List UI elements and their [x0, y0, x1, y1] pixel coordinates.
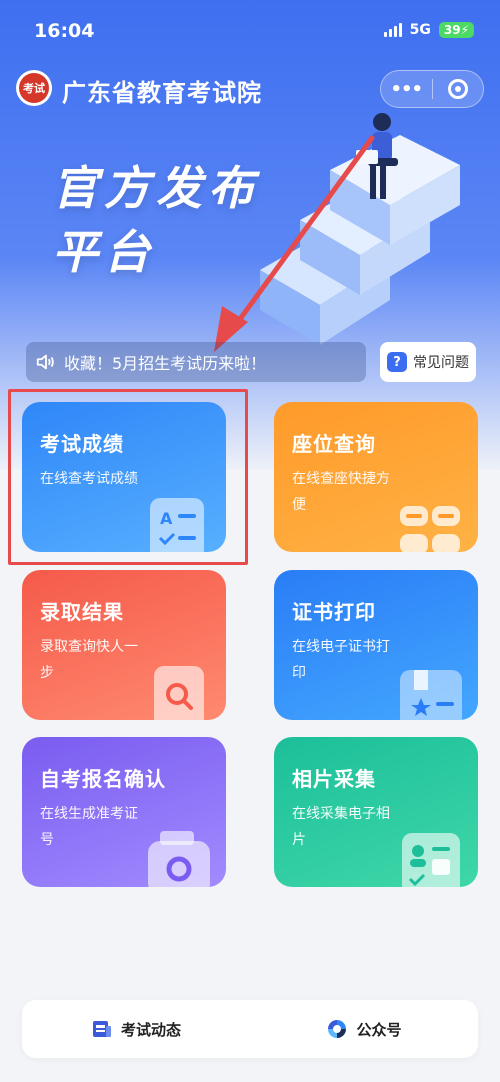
official-account-icon: [328, 1020, 347, 1038]
battery-icon: 39⚡: [438, 22, 474, 38]
nav-label: 公众号: [356, 1020, 402, 1039]
nav-official-account[interactable]: 公众号: [250, 1018, 478, 1040]
faq-button[interactable]: ? 常见问题: [380, 342, 476, 382]
app-title: 广东省教育考试院: [62, 79, 262, 107]
search-doc-icon: [154, 666, 204, 720]
photo-id-icon: [402, 833, 460, 887]
card-seat-query[interactable]: 座位查询 在线查座快捷方便: [274, 402, 478, 552]
notice-bar[interactable]: 收藏！5月招生考试历来啦！: [26, 342, 366, 382]
card-admission-result[interactable]: 录取结果 录取查询快人一步: [22, 570, 226, 720]
status-indicators: 5G 39⚡: [383, 22, 474, 38]
card-subtitle: 在线电子证书打印: [292, 639, 390, 681]
status-time: 16:04: [34, 20, 95, 42]
speaker-icon: [36, 354, 54, 370]
card-title: 自考报名确认: [40, 767, 166, 791]
banner-line-2: 平台: [52, 225, 156, 279]
certificate-icon: [400, 670, 462, 720]
card-subtitle: 在线查考试成绩: [40, 471, 138, 487]
banner-slogan: 官方发布 平台: [52, 156, 260, 284]
card-subtitle: 在线采集电子相片: [292, 806, 390, 848]
camera-doc-icon: [148, 831, 210, 887]
books-person-illustration: [260, 113, 460, 345]
svg-text:A: A: [160, 509, 173, 528]
card-exam-score[interactable]: 考试成绩 在线查考试成绩 A: [22, 402, 226, 552]
notice-text: 收藏！5月招生考试历来啦！: [64, 354, 267, 373]
faq-label: 常见问题: [413, 355, 469, 371]
bottom-nav: 考试动态 公众号: [22, 1000, 478, 1058]
card-self-exam-confirm[interactable]: 自考报名确认 在线生成准考证号: [22, 737, 226, 887]
seats-icon: [400, 506, 460, 552]
card-title: 座位查询: [292, 432, 376, 456]
logo-emblem: 考试: [19, 73, 49, 103]
nav-exam-news[interactable]: 考试动态: [22, 1018, 250, 1040]
question-icon: ?: [387, 352, 407, 372]
banner-line-1: 官方发布: [52, 161, 260, 215]
score-sheet-icon: A: [150, 498, 204, 552]
card-subtitle: 在线查座快捷方便: [292, 471, 390, 513]
more-dots-icon[interactable]: •••: [381, 79, 432, 100]
title-bar: 考试 广东省教育考试院 •••: [16, 68, 484, 108]
card-title: 证书打印: [292, 600, 376, 624]
book-stack-icon: [260, 135, 460, 345]
target-close-icon[interactable]: [432, 79, 483, 99]
card-title: 考试成绩: [40, 432, 124, 456]
miniprogram-capsule: •••: [380, 70, 484, 108]
card-certificate-print[interactable]: 证书打印 在线电子证书打印: [274, 570, 478, 720]
card-subtitle: 录取查询快人一步: [40, 639, 138, 681]
status-bar: 16:04 5G 39⚡: [0, 0, 500, 60]
nav-label: 考试动态: [120, 1020, 181, 1039]
card-title: 录取结果: [40, 600, 124, 624]
battery-level: 39: [443, 23, 461, 37]
card-photo-collection[interactable]: 相片采集 在线采集电子相片: [274, 737, 478, 887]
app-logo: 考试: [16, 70, 52, 106]
network-type: 5G: [409, 22, 431, 38]
news-icon: [92, 1021, 111, 1037]
card-subtitle: 在线生成准考证号: [40, 806, 138, 848]
card-title: 相片采集: [292, 767, 376, 791]
signal-icon: [383, 23, 402, 37]
